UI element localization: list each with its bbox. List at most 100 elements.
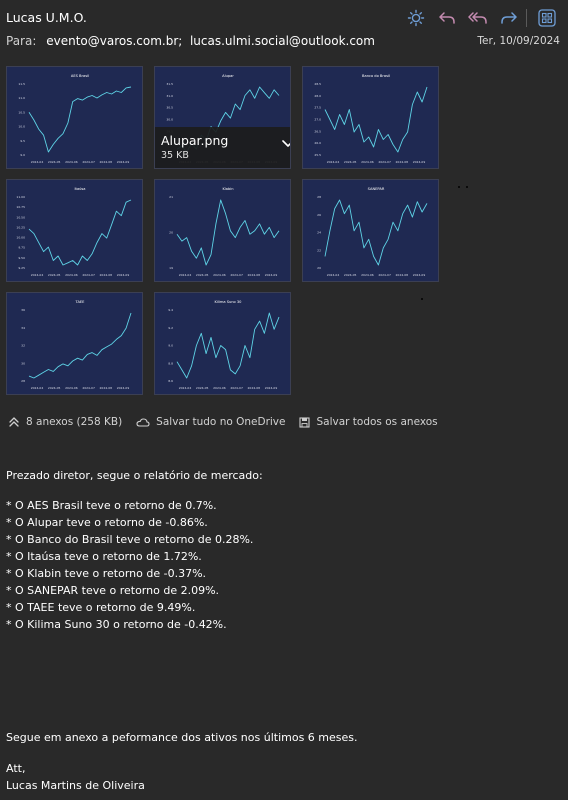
attachment-itausa[interactable]: Itaúsa 11.00 10.75 10.50 10.25 10.00 9.75 9.50 9…	[6, 179, 143, 282]
x-tick-label: 2024-06	[65, 386, 78, 390]
attachment-hover-overlay: Alupar.png 35 KB	[155, 127, 290, 168]
chart-itausa: Itaúsa 11.00 10.75 10.50 10.25 10.00 9.75 9.50 9…	[16, 187, 132, 277]
y-tick-label: 8.6	[168, 379, 173, 383]
return-line: * O AES Brasil teve o retorno de 0.7%.	[6, 499, 217, 512]
x-tick-label: 2024-06	[65, 160, 78, 164]
reply-all-icon[interactable]	[462, 8, 493, 28]
y-tick-label: 9.4	[168, 308, 173, 312]
attachment-klabin[interactable]: Klabin 21 20 19 2024-04 2024-05 2024-06 2024-07…	[154, 179, 291, 282]
closing-text: Segue em anexo a peformance dos ativos n…	[6, 731, 358, 744]
attachment-sanepar[interactable]: SANEPAR 28 26 24 22 20 2024-04 2024-05 2024-06 20…	[302, 179, 439, 282]
x-tick-label: 2024-07	[378, 273, 391, 277]
chart-title: Klabin	[222, 187, 233, 191]
attachment-taee[interactable]: TAEE 36 34 32 30 28 2024-04 2024-05 2024-06 2024-…	[6, 292, 143, 395]
x-tick-label: 2024-08	[100, 160, 113, 164]
return-line: * O SANEPAR teve o retorno de 2.09%.	[6, 584, 220, 597]
y-tick-label: 27.0	[314, 118, 321, 122]
attachment-actions: 8 anexos (258 KB) Salvar tudo no OneDriv…	[8, 416, 452, 428]
x-tick-label: 2024-09	[265, 386, 278, 390]
y-tick-label: 9.0	[168, 344, 173, 348]
y-tick-label: 22	[317, 248, 321, 252]
x-tick-label: 2024-04	[31, 160, 44, 164]
y-tick-label: 24	[317, 231, 321, 235]
chart-aes-brasil: AES Brasil 11.5 11.0 10.5 10.0 9.5 9.0 2024-04 2…	[18, 74, 132, 164]
x-tick-label: 2024-04	[31, 386, 44, 390]
chart-taee: TAEE 36 34 32 30 28 2024-04 2024-05 2024-06 2024-…	[21, 300, 132, 390]
attachment-aes-brasil[interactable]: AES Brasil 11.5 11.0 10.5 10.0 9.5 9.0 2024-04 2…	[6, 66, 143, 169]
price-series-line	[176, 312, 280, 379]
y-tick-label: 11.00	[16, 195, 25, 199]
return-line: * O TAEE teve o retorno de 9.49%.	[6, 601, 196, 614]
apps-icon[interactable]	[531, 8, 562, 28]
x-tick-label: 2024-09	[413, 160, 426, 164]
cloud-icon	[136, 418, 150, 427]
collapse-attachments-button[interactable]: 8 anexos (258 KB)	[8, 416, 122, 428]
y-tick-label: 10.00	[16, 236, 25, 240]
price-series-line	[28, 86, 132, 153]
x-tick-label: 2024-07	[82, 273, 95, 277]
price-series-line	[28, 199, 132, 266]
y-tick-label: 11.0	[18, 96, 25, 100]
x-tick-label: 2024-08	[100, 386, 113, 390]
y-tick-label: 10.25	[16, 225, 25, 229]
y-tick-label: 25.5	[314, 153, 321, 157]
x-tick-label: 2024-04	[327, 273, 340, 277]
sun-icon[interactable]	[400, 8, 431, 28]
chart-title: AES Brasil	[71, 74, 89, 78]
attachment-alupar[interactable]: Alupar31.531.030.530.029.529.028.52024-0…	[154, 66, 291, 169]
y-tick-label: 11.5	[18, 82, 25, 86]
signature-text: Lucas Martins de Oliveira	[6, 779, 145, 792]
y-tick-label: 31.0	[166, 94, 173, 98]
chart-title: Alupar	[222, 74, 234, 78]
y-tick-label: 26.5	[314, 129, 321, 133]
attachment-count: 8 anexos (258 KB)	[26, 416, 123, 428]
x-tick-label: 2024-09	[413, 273, 426, 277]
x-tick-label: 2024-08	[396, 160, 409, 164]
x-tick-label: 2024-07	[82, 386, 95, 390]
x-tick-label: 2024-08	[396, 273, 409, 277]
save-all-button[interactable]: Salvar todos os anexos	[299, 416, 438, 428]
y-tick-label: 20	[317, 266, 321, 270]
reply-icon[interactable]	[431, 8, 462, 28]
attachment-filename: Alupar.png	[161, 133, 229, 148]
recipients-line: Para: evento@varos.com.br; lucas.ulmi.so…	[6, 34, 375, 48]
y-tick-label: 36	[21, 308, 25, 312]
y-tick-label: 9.5	[20, 139, 25, 143]
attachment-banco-do-brasil[interactable]: Banco do Brasil 28.5 28.0 27.5 27.0 26.5 26.0 2…	[302, 66, 439, 169]
recipient-2[interactable]: lucas.ulmi.social@outlook.com	[190, 34, 375, 48]
x-tick-label: 2024-06	[361, 273, 374, 277]
x-tick-label: 2024-06	[213, 273, 226, 277]
return-line: * O Klabin teve o retorno de -0.37%.	[6, 567, 207, 580]
chart-title: Kilima Suno 30	[215, 300, 243, 304]
x-tick-label: 2024-09	[117, 386, 130, 390]
x-tick-label: 2024-04	[327, 160, 340, 164]
stray-dot	[466, 186, 468, 188]
price-series-line	[28, 312, 132, 379]
stray-dot	[458, 186, 460, 188]
attachment-kilima-suno-30[interactable]: Kilima Suno 30 9.4 9.2 9.0 8.8 8.6 2024-04 2024…	[154, 292, 291, 395]
y-tick-label: 8.8	[168, 361, 173, 365]
recipient-1[interactable]: evento@varos.com.br;	[46, 34, 182, 48]
y-tick-label: 28	[21, 379, 25, 383]
y-tick-label: 10.5	[18, 110, 25, 114]
toolbar-divider	[526, 9, 527, 27]
chart-banco-do-brasil: Banco do Brasil 28.5 28.0 27.5 27.0 26.5 26.0 2…	[314, 74, 428, 164]
chart-title: Itaúsa	[74, 187, 85, 191]
x-tick-label: 2024-09	[265, 273, 278, 277]
y-tick-label: 19	[169, 266, 173, 270]
y-tick-label: 10.50	[16, 215, 25, 219]
y-tick-label: 10.0	[18, 125, 25, 129]
x-tick-label: 2024-05	[48, 160, 61, 164]
y-tick-label: 30.0	[166, 118, 173, 122]
chart-kilima-suno-30: Kilima Suno 30 9.4 9.2 9.0 8.8 8.6 2024-04 2024…	[168, 300, 280, 390]
y-tick-label: 21	[169, 195, 173, 199]
save-onedrive-button[interactable]: Salvar tudo no OneDrive	[136, 416, 285, 428]
forward-icon[interactable]	[493, 8, 524, 28]
y-tick-label: 32	[21, 344, 25, 348]
return-line: * O Alupar teve o retorno de -0.86%.	[6, 516, 208, 529]
x-tick-label: 2024-06	[65, 273, 78, 277]
chart-title: Banco do Brasil	[362, 74, 390, 78]
x-tick-label: 2024-07	[230, 386, 243, 390]
x-tick-label: 2024-07	[82, 160, 95, 164]
greeting-text: Prezado diretor, segue o relatório de me…	[6, 469, 263, 482]
